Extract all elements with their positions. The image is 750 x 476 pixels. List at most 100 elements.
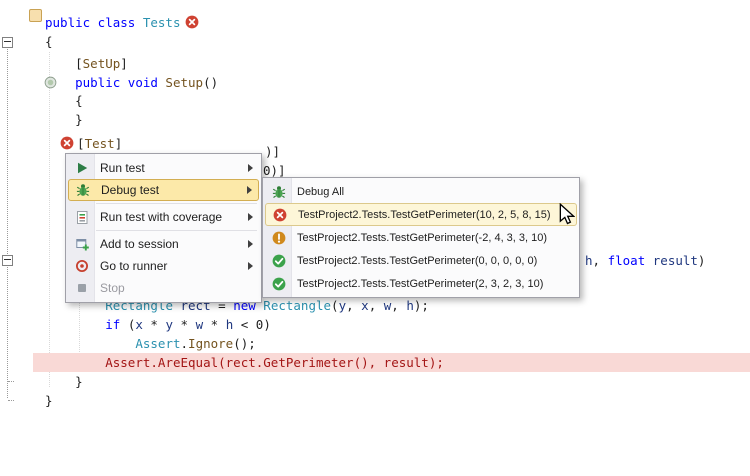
mouse-cursor <box>559 203 575 226</box>
fold-end-tick <box>8 381 14 382</box>
fold-end-tick <box>8 400 14 401</box>
test-inconclusive-icon <box>269 231 289 245</box>
menu-separator <box>96 203 257 204</box>
code-token: () <box>203 75 218 90</box>
test-failed-icon <box>185 15 199 34</box>
code-line: { <box>45 32 53 51</box>
submenu-item-testproject2-tests-testgetperimeter-0-0-0-0-0[interactable]: TestProject2.Tests.TestGetPerimeter(0, 0… <box>263 249 579 272</box>
menu-item-label: TestProject2.Tests.TestGetPerimeter(10, … <box>298 209 570 221</box>
code-fragment: )] <box>265 142 280 161</box>
bug-icon <box>73 183 93 197</box>
fold-collapse-button[interactable] <box>2 255 13 266</box>
code-token: * <box>173 317 196 332</box>
menu-item-stop: Stop <box>66 277 261 299</box>
code-token: { <box>45 34 53 49</box>
debug-bug-icon <box>272 185 286 199</box>
code-token: * <box>143 317 166 332</box>
test-passed-icon <box>272 254 286 268</box>
unit-test-gutter-icon[interactable] <box>44 76 57 94</box>
code-token: Assert.AreEqual(rect.GetPerimeter(), res… <box>105 355 444 370</box>
code-token: ( <box>120 317 135 332</box>
stop-icon <box>72 281 92 295</box>
add-session-icon <box>72 237 92 251</box>
go-to-runner-icon <box>75 259 89 273</box>
code-token: < 0) <box>233 317 271 332</box>
code-token: , <box>593 253 608 268</box>
code-token: ); <box>414 298 429 313</box>
menu-item-run-test[interactable]: Run test <box>66 157 261 179</box>
code-token: ] <box>115 136 123 151</box>
code-token: Ignore <box>188 336 233 351</box>
menu-item-add-to-session[interactable]: Add to session <box>66 233 261 255</box>
submenu-item-debug-all[interactable]: Debug All <box>263 180 579 203</box>
menu-item-label: TestProject2.Tests.TestGetPerimeter(2, 3… <box>297 278 571 290</box>
code-line: } <box>75 110 83 129</box>
debug-test-submenu: Debug All TestProject2.Tests.TestGetPerim… <box>262 177 580 298</box>
add-session-icon <box>75 237 89 251</box>
code-token: x <box>361 298 369 313</box>
code-token: h <box>585 253 593 268</box>
indent-guide <box>49 52 50 387</box>
menu-item-go-to-runner[interactable]: Go to runner <box>66 255 261 277</box>
bug-icon <box>269 185 289 199</box>
fold-collapse-button[interactable] <box>2 37 13 48</box>
unit-test-gutter-icon <box>44 76 57 89</box>
test-inconclusive-icon <box>272 231 286 245</box>
menu-item-label: TestProject2.Tests.TestGetPerimeter(-2, … <box>297 232 571 244</box>
submenu-arrow-icon <box>247 186 252 194</box>
code-token: } <box>75 112 83 127</box>
menu-separator <box>96 230 257 231</box>
code-token: Setup <box>165 75 203 90</box>
code-token: [ <box>75 56 83 71</box>
code-line: [SetUp] <box>75 54 128 73</box>
code-line: Assert.Ignore(); <box>135 334 255 353</box>
code-line: public void Setup() <box>75 73 218 92</box>
code-token <box>645 253 653 268</box>
test-passed-icon <box>269 254 289 268</box>
menu-item-label: Run test <box>100 161 240 175</box>
submenu-item-testproject2-tests-testgetperimeter-2-3-2-3-10[interactable]: TestProject2.Tests.TestGetPerimeter(2, 3… <box>263 272 579 295</box>
code-token: x <box>135 317 143 332</box>
code-token: ) <box>698 253 706 268</box>
run-test-icon <box>75 161 89 175</box>
test-passed-icon <box>272 277 286 291</box>
menu-item-label: Add to session <box>100 237 240 251</box>
coverage-icon <box>72 210 92 224</box>
test-passed-icon <box>269 277 289 291</box>
code-editor: public class Tests{[SetUp]public void Se… <box>0 0 750 476</box>
code-token: ] <box>120 56 128 71</box>
code-token: [ <box>77 136 85 151</box>
code-token: )] <box>265 144 280 159</box>
code-token: w <box>196 317 204 332</box>
code-token: (); <box>233 336 256 351</box>
submenu-item-testproject2-tests-testgetperimeter-2-4-3-3-10[interactable]: TestProject2.Tests.TestGetPerimeter(-2, … <box>263 226 579 249</box>
code-token: SetUp <box>83 56 121 71</box>
menu-item-label: Debug test <box>101 183 239 197</box>
code-line: Assert.AreEqual(rect.GetPerimeter(), res… <box>105 353 444 372</box>
code-token: if <box>105 317 120 332</box>
code-token: } <box>45 393 53 408</box>
code-token: y <box>339 298 347 313</box>
code-line: public class Tests <box>45 13 199 32</box>
test-failed-icon <box>273 208 287 222</box>
menu-item-debug-test[interactable]: Debug test <box>68 179 259 201</box>
code-line: } <box>75 372 83 391</box>
code-token: , <box>346 298 361 313</box>
code-token: Test <box>85 136 115 151</box>
menu-item-label: Go to runner <box>100 259 240 273</box>
code-token: , <box>391 298 406 313</box>
submenu-item-testproject2-tests-testgetperimeter-10-2-5-8-15[interactable]: TestProject2.Tests.TestGetPerimeter(10, … <box>265 203 577 226</box>
debug-bug-icon <box>76 183 90 197</box>
menu-item-label: TestProject2.Tests.TestGetPerimeter(0, 0… <box>297 255 571 267</box>
fold-guide-line <box>7 47 8 398</box>
submenu-arrow-icon <box>248 240 253 248</box>
code-token: 0)] <box>263 163 286 178</box>
test-failed-icon <box>185 15 199 29</box>
gutter-marker-icon <box>29 9 42 22</box>
stop-icon <box>75 281 89 295</box>
code-token: ( <box>331 298 339 313</box>
code-line: } <box>45 391 53 410</box>
run-icon <box>72 161 92 175</box>
code-line: [Test] <box>60 134 122 153</box>
menu-item-run-test-with-coverage[interactable]: Run test with coverage <box>66 206 261 228</box>
